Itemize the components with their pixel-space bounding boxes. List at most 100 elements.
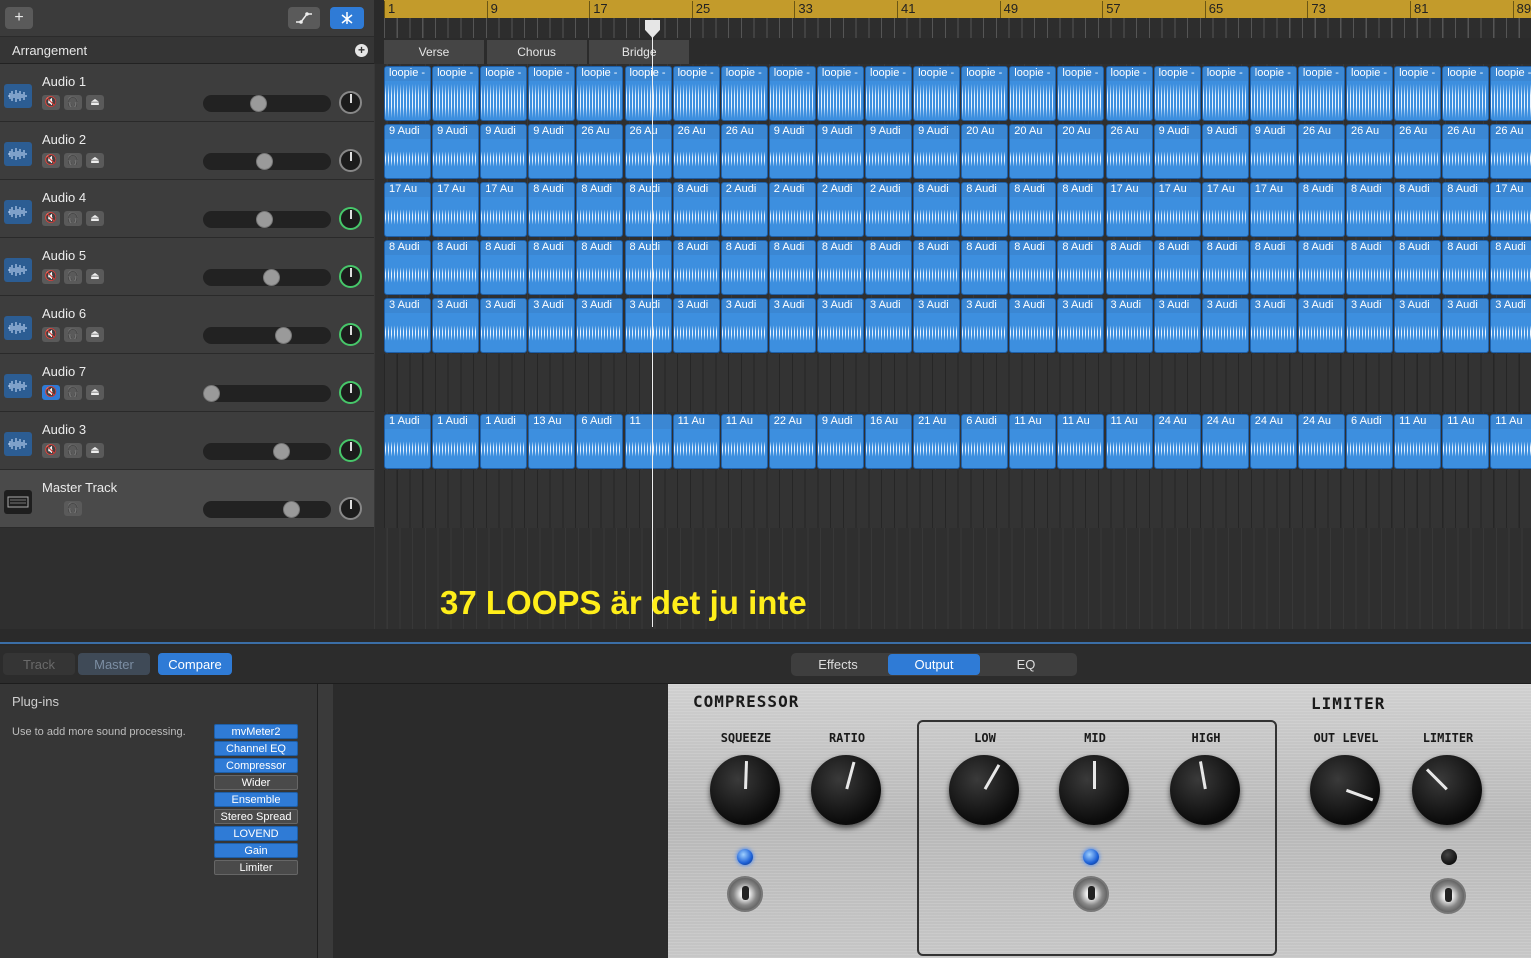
- audio-region[interactable]: 8 Audi: [576, 240, 624, 295]
- audio-region[interactable]: 3 Audi: [576, 298, 624, 353]
- audio-region[interactable]: loopie -: [672, 66, 720, 121]
- audio-region[interactable]: 8 Audi: [1057, 240, 1105, 295]
- audio-region[interactable]: 6 Audi: [1346, 414, 1393, 469]
- record-enable-button[interactable]: ⏏: [86, 153, 104, 168]
- solo-headphones-button[interactable]: 🎧: [64, 443, 82, 458]
- audio-region[interactable]: 3 Audi: [1490, 298, 1531, 353]
- audio-region[interactable]: loopie -: [1490, 66, 1531, 121]
- audio-region[interactable]: 3 Audi: [720, 298, 768, 353]
- audio-region[interactable]: 20 Au: [961, 124, 1009, 179]
- plugin-slot[interactable]: LOVEND: [214, 826, 298, 841]
- audio-region[interactable]: 9 Audi: [1249, 124, 1297, 179]
- audio-region[interactable]: loopie -: [1057, 66, 1105, 121]
- audio-region[interactable]: 8 Audi: [1442, 182, 1490, 237]
- track-lane[interactable]: 17 Au 17 Au 17 Au 8 Audi 8 Audi 8 Audi 8 Audi 2…: [384, 180, 1531, 238]
- audio-region[interactable]: 24 Au: [1297, 414, 1345, 469]
- solo-headphones-button[interactable]: 🎧: [64, 385, 82, 400]
- audio-region[interactable]: 8 Audi: [865, 240, 912, 295]
- mid-knob[interactable]: [1059, 755, 1129, 825]
- audio-region[interactable]: 26 Au: [1297, 124, 1345, 179]
- track-header[interactable]: Audio 1 🔇 🎧 ⏏: [0, 64, 374, 122]
- audio-region[interactable]: 8 Audi: [1105, 240, 1153, 295]
- tab-track[interactable]: Track: [3, 653, 75, 675]
- audio-region[interactable]: 3 Audi: [1009, 298, 1057, 353]
- high-knob[interactable]: [1170, 755, 1240, 825]
- audio-region[interactable]: 9 Audi: [480, 124, 528, 179]
- audio-region[interactable]: 26 Au: [720, 124, 768, 179]
- volume-slider[interactable]: [203, 153, 331, 170]
- audio-region[interactable]: 26 Au: [1394, 124, 1442, 179]
- audio-region[interactable]: loopie -: [1394, 66, 1442, 121]
- pan-knob[interactable]: [339, 323, 362, 346]
- pan-knob[interactable]: [339, 207, 362, 230]
- plugin-slot[interactable]: Compressor: [214, 758, 298, 773]
- audio-region[interactable]: 20 Au: [1057, 124, 1105, 179]
- snap-button[interactable]: [330, 7, 364, 29]
- audio-region[interactable]: loopie -: [768, 66, 816, 121]
- audio-region[interactable]: 17 Au: [480, 182, 528, 237]
- volume-slider[interactable]: [203, 385, 331, 402]
- out-level-knob[interactable]: [1310, 755, 1380, 825]
- audio-region[interactable]: 8 Audi: [1346, 240, 1393, 295]
- audio-region[interactable]: 3 Audi: [672, 298, 720, 353]
- volume-slider[interactable]: [203, 443, 331, 460]
- audio-region[interactable]: 26 Au: [672, 124, 720, 179]
- audio-region[interactable]: 2 Audi: [865, 182, 912, 237]
- audio-region[interactable]: 1 Audi: [480, 414, 528, 469]
- audio-region[interactable]: 6 Audi: [576, 414, 624, 469]
- audio-region[interactable]: loopie -: [384, 66, 431, 121]
- audio-region[interactable]: 21 Au: [913, 414, 961, 469]
- audio-region[interactable]: 3 Audi: [624, 298, 672, 353]
- track-lane[interactable]: [384, 354, 1531, 412]
- track-lane[interactable]: 9 Audi 9 Audi 9 Audi 9 Audi 26 Au 26 Au 26 Au 2…: [384, 122, 1531, 180]
- track-header[interactable]: Audio 4 🔇 🎧 ⏏: [0, 180, 374, 238]
- volume-slider[interactable]: [203, 211, 331, 228]
- audio-region[interactable]: 3 Audi: [961, 298, 1009, 353]
- audio-region[interactable]: 3 Audi: [480, 298, 528, 353]
- audio-region[interactable]: 8 Audi: [1009, 182, 1057, 237]
- audio-region[interactable]: 3 Audi: [528, 298, 576, 353]
- audio-region[interactable]: 11 Au: [1394, 414, 1442, 469]
- audio-region[interactable]: loopie -: [528, 66, 576, 121]
- pan-knob[interactable]: [339, 265, 362, 288]
- audio-region[interactable]: 8 Audi: [1009, 240, 1057, 295]
- audio-region[interactable]: 8 Audi: [432, 240, 480, 295]
- record-enable-button[interactable]: ⏏: [86, 269, 104, 284]
- audio-region[interactable]: 8 Audi: [1249, 240, 1297, 295]
- audio-region[interactable]: 9 Audi: [528, 124, 576, 179]
- solo-headphones-button[interactable]: 🎧: [64, 327, 82, 342]
- audio-region[interactable]: 17 Au: [1153, 182, 1201, 237]
- tab-eq[interactable]: EQ: [980, 654, 1072, 675]
- plugin-slot[interactable]: Limiter: [214, 860, 298, 875]
- audio-region[interactable]: 26 Au: [576, 124, 624, 179]
- audio-region[interactable]: 2 Audi: [816, 182, 864, 237]
- mute-button[interactable]: 🔇: [42, 443, 60, 458]
- audio-region[interactable]: 8 Audi: [672, 240, 720, 295]
- audio-region[interactable]: 9 Audi: [384, 124, 431, 179]
- volume-slider-knob[interactable]: [256, 211, 273, 228]
- audio-region[interactable]: 3 Audi: [1105, 298, 1153, 353]
- audio-region[interactable]: 8 Audi: [1297, 240, 1345, 295]
- mute-button[interactable]: 🔇: [42, 327, 60, 342]
- audio-region[interactable]: loopie -: [1153, 66, 1201, 121]
- audio-region[interactable]: loopie -: [1009, 66, 1057, 121]
- audio-region[interactable]: 8 Audi: [672, 182, 720, 237]
- tab-output[interactable]: Output: [888, 654, 980, 675]
- audio-region[interactable]: 17 Au: [1249, 182, 1297, 237]
- audio-region[interactable]: 8 Audi: [961, 182, 1009, 237]
- track-header[interactable]: Audio 3 🔇 🎧 ⏏: [0, 412, 374, 470]
- audio-region[interactable]: 11 Au: [1442, 414, 1490, 469]
- ruler-ticks[interactable]: [384, 18, 1531, 38]
- volume-slider[interactable]: [203, 327, 331, 344]
- audio-region[interactable]: 17 Au: [1490, 182, 1531, 237]
- arrangement-section[interactable]: Verse: [384, 40, 485, 64]
- track-lane[interactable]: loopie - loopie - loopie - loopie - loopie -…: [384, 64, 1531, 122]
- audio-region[interactable]: 24 Au: [1249, 414, 1297, 469]
- volume-slider[interactable]: [203, 95, 331, 112]
- audio-region[interactable]: 3 Audi: [1153, 298, 1201, 353]
- audio-region[interactable]: 3 Audi: [1297, 298, 1345, 353]
- master-track-header[interactable]: Master Track 🎧: [0, 470, 374, 528]
- automation-button[interactable]: [288, 7, 320, 29]
- pan-knob[interactable]: [339, 439, 362, 462]
- limiter-knob[interactable]: [1412, 755, 1482, 825]
